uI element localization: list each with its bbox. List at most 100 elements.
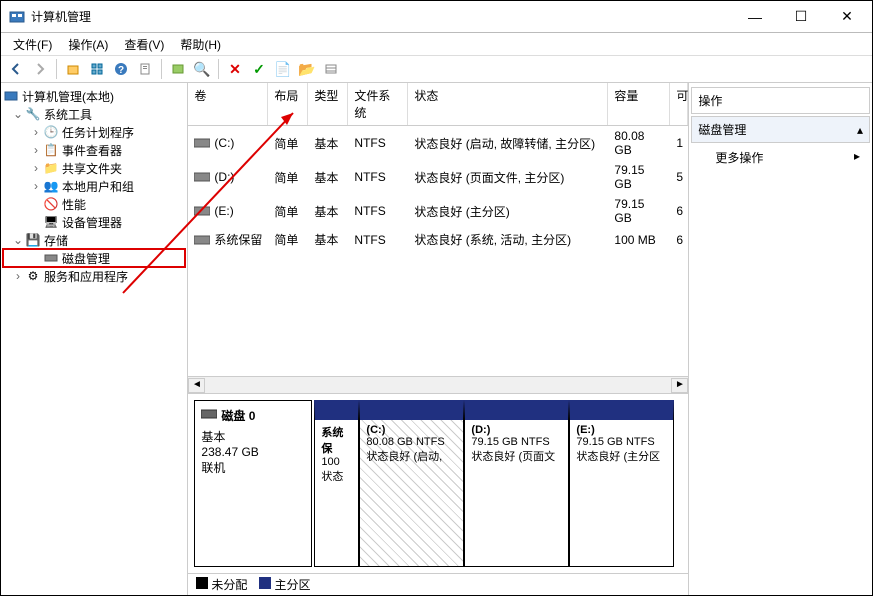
tree-root[interactable]: 计算机管理(本地) — [3, 87, 185, 105]
storage-icon: 💾 — [25, 232, 41, 248]
drive-icon — [194, 137, 210, 149]
menubar: 文件(F) 操作(A) 查看(V) 帮助(H) — [1, 33, 872, 55]
menu-view[interactable]: 查看(V) — [116, 34, 172, 55]
help-button[interactable]: ? — [110, 58, 132, 80]
disk-state: 联机 — [201, 459, 305, 476]
drive-icon — [194, 205, 210, 217]
col-status[interactable]: 状态 — [408, 83, 608, 125]
tree-task-scheduler[interactable]: ›🕒任务计划程序 — [3, 123, 185, 141]
view-button[interactable] — [86, 58, 108, 80]
back-button[interactable] — [5, 58, 27, 80]
check-button[interactable]: ✓ — [248, 58, 270, 80]
properties-button[interactable] — [134, 58, 156, 80]
tree-systools[interactable]: ⌄ 🔧 系统工具 — [3, 105, 185, 123]
tree-performance[interactable]: 🚫性能 — [3, 195, 185, 213]
volume-row[interactable]: (E:)简单基本NTFS状态良好 (主分区)79.15 GB6 — [188, 194, 688, 228]
delete-button[interactable]: ✕ — [224, 58, 246, 80]
wrench-icon: 🔧 — [25, 106, 41, 122]
performance-icon: 🚫 — [43, 196, 59, 212]
tree-local-users[interactable]: ›👥本地用户和组 — [3, 177, 185, 195]
col-volume[interactable]: 卷 — [188, 83, 268, 125]
expander-icon[interactable]: › — [11, 269, 25, 283]
legend-primary-swatch — [259, 577, 271, 589]
expander-icon[interactable]: ⌄ — [11, 233, 25, 247]
volume-row[interactable]: 系统保留简单基本NTFS状态良好 (系统, 活动, 主分区)100 MB6 — [188, 228, 688, 251]
clock-icon: 🕒 — [43, 124, 59, 140]
users-icon: 👥 — [43, 178, 59, 194]
new-button[interactable]: 📄 — [272, 58, 294, 80]
chevron-right-icon: ▸ — [854, 149, 860, 166]
volume-list[interactable]: 卷 布局 类型 文件系统 状态 容量 可 (C:)简单基本NTFS状态良好 (启… — [188, 83, 688, 376]
disk-icon — [43, 250, 59, 266]
actions-section-diskmgmt[interactable]: 磁盘管理 ▴ — [691, 116, 870, 143]
scroll-right-button[interactable]: ► — [671, 378, 688, 393]
menu-action[interactable]: 操作(A) — [60, 34, 116, 55]
close-button[interactable]: ✕ — [824, 2, 870, 32]
services-icon: ⚙ — [25, 268, 41, 284]
partition-e[interactable]: (E:) 79.15 GB NTFS 状态良好 (主分区 — [569, 400, 674, 567]
refresh-button[interactable] — [167, 58, 189, 80]
scroll-track[interactable] — [205, 378, 671, 393]
event-icon: 📋 — [43, 142, 59, 158]
tree-shared-folders[interactable]: ›📁共享文件夹 — [3, 159, 185, 177]
folder-icon: 📁 — [43, 160, 59, 176]
up-button[interactable] — [62, 58, 84, 80]
menu-file[interactable]: 文件(F) — [5, 34, 60, 55]
partition-c[interactable]: (C:) 80.08 GB NTFS 状态良好 (启动, — [359, 400, 464, 567]
volume-row[interactable]: (D:)简单基本NTFS状态良好 (页面文件, 主分区)79.15 GB5 — [188, 160, 688, 194]
legend-unallocated-swatch — [196, 577, 208, 589]
actions-header: 操作 — [691, 87, 870, 114]
expander-icon[interactable]: › — [29, 125, 43, 139]
expander-icon[interactable]: › — [29, 179, 43, 193]
toolbar: ? 🔍 ✕ ✓ 📄 📂 — [1, 55, 872, 83]
actions-pane: 操作 磁盘管理 ▴ 更多操作 ▸ — [689, 83, 872, 595]
disk-name: 磁盘 0 — [221, 407, 255, 424]
expander-icon[interactable]: › — [29, 143, 43, 157]
tree-services[interactable]: › ⚙ 服务和应用程序 — [3, 267, 185, 285]
forward-button[interactable] — [29, 58, 51, 80]
computer-management-window: 计算机管理 — ☐ ✕ 文件(F) 操作(A) 查看(V) 帮助(H) ? 🔍 … — [0, 0, 873, 596]
disk-info-panel[interactable]: 磁盘 0 基本 238.47 GB 联机 — [194, 400, 312, 567]
expander-icon[interactable]: ⌄ — [11, 107, 25, 121]
tree-pane: 计算机管理(本地) ⌄ 🔧 系统工具 ›🕒任务计划程序 ›📋事件查看器 ›📁共享… — [1, 83, 188, 595]
computer-icon — [3, 88, 19, 104]
minimize-button[interactable]: — — [732, 2, 778, 32]
body: 计算机管理(本地) ⌄ 🔧 系统工具 ›🕒任务计划程序 ›📋事件查看器 ›📁共享… — [1, 83, 872, 595]
device-icon: 🖥 — [43, 214, 59, 230]
find-button[interactable]: 🔍 — [191, 58, 213, 80]
maximize-button[interactable]: ☐ — [778, 2, 824, 32]
list-button[interactable] — [320, 58, 342, 80]
horizontal-scrollbar[interactable]: ◄ ► — [188, 376, 688, 393]
tree-storage[interactable]: ⌄ 💾 存储 — [3, 231, 185, 249]
app-icon — [9, 9, 25, 25]
tree-event-viewer[interactable]: ›📋事件查看器 — [3, 141, 185, 159]
col-type[interactable]: 类型 — [308, 83, 348, 125]
drive-icon — [194, 234, 210, 246]
legend: 未分配 主分区 — [188, 573, 688, 595]
col-fs[interactable]: 文件系统 — [348, 83, 408, 125]
center-pane: 卷 布局 类型 文件系统 状态 容量 可 (C:)简单基本NTFS状态良好 (启… — [188, 83, 689, 595]
expander-icon[interactable]: › — [29, 161, 43, 175]
col-layout[interactable]: 布局 — [268, 83, 308, 125]
partition-d[interactable]: (D:) 79.15 GB NTFS 状态良好 (页面文 — [464, 400, 569, 567]
partition-system-reserved[interactable]: 系统保 100 状态 — [314, 400, 359, 567]
svg-text:?: ? — [118, 65, 124, 76]
scroll-left-button[interactable]: ◄ — [188, 378, 205, 393]
col-capacity[interactable]: 容量 — [608, 83, 670, 125]
collapse-icon: ▴ — [857, 123, 863, 137]
volume-row[interactable]: (C:)简单基本NTFS状态良好 (启动, 故障转储, 主分区)80.08 GB… — [188, 126, 688, 160]
disk-icon — [201, 408, 217, 423]
disk-type: 基本 — [201, 428, 305, 445]
open-button[interactable]: 📂 — [296, 58, 318, 80]
menu-help[interactable]: 帮助(H) — [172, 34, 229, 55]
partition-bar: 系统保 100 状态 (C:) 80.08 GB NTFS 状态良好 (启动, … — [314, 400, 682, 567]
tree-disk-management[interactable]: 磁盘管理 — [3, 249, 185, 267]
actions-more[interactable]: 更多操作 ▸ — [691, 143, 870, 172]
col-free[interactable]: 可 — [670, 83, 688, 125]
titlebar: 计算机管理 — ☐ ✕ — [1, 1, 872, 33]
window-title: 计算机管理 — [31, 8, 732, 25]
disk-size: 238.47 GB — [201, 445, 305, 459]
drive-icon — [194, 171, 210, 183]
tree-device-manager[interactable]: 🖥设备管理器 — [3, 213, 185, 231]
disk-map: 磁盘 0 基本 238.47 GB 联机 系统保 100 状态 (C:) 80.… — [188, 393, 688, 573]
